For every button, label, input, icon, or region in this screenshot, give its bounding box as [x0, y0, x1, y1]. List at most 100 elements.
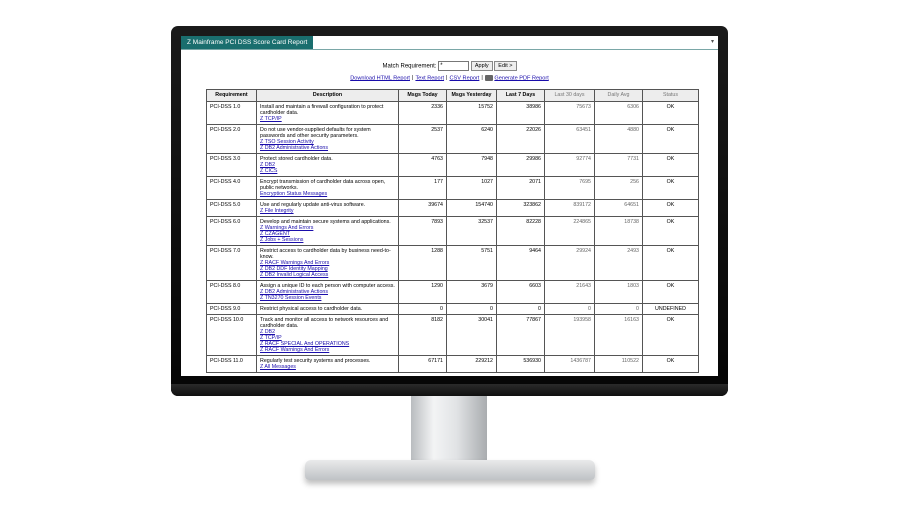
- daily-avg-cell: 6306: [594, 101, 643, 125]
- last-30-days-cell: 75673: [544, 101, 595, 125]
- msgs-today-cell: 67171: [398, 355, 447, 373]
- daily-avg-cell: 256: [594, 176, 643, 200]
- msgs-today-cell: 1290: [398, 280, 447, 304]
- msgs-today-cell: 8182: [398, 314, 447, 356]
- column-header-status[interactable]: Status: [642, 89, 699, 102]
- msgs-today-cell: 7893: [398, 216, 447, 246]
- last-7-days-cell: 6603: [496, 280, 545, 304]
- last-30-days-cell: 29924: [544, 245, 595, 281]
- msgs-yesterday-cell: 154740: [446, 199, 497, 217]
- status-cell: UNDEFINED: [642, 303, 699, 315]
- requirement-cell: PCI-DSS 8.0: [206, 280, 257, 304]
- column-header-last-7-days[interactable]: Last 7 Days: [496, 89, 545, 102]
- column-header-last-30-days[interactable]: Last 30 days: [544, 89, 595, 102]
- description-link[interactable]: Encryption Status Messages: [260, 191, 395, 197]
- column-header-msgs-yesterday[interactable]: Msgs Yesterday: [446, 89, 497, 102]
- csv-report-link[interactable]: CSV Report: [450, 75, 480, 81]
- description-text: Do not use vendor-supplied defaults for …: [260, 127, 371, 139]
- msgs-today-cell: 4763: [398, 153, 447, 177]
- column-header-msgs-today[interactable]: Msgs Today: [398, 89, 447, 102]
- msgs-yesterday-cell: 6240: [446, 124, 497, 154]
- last-7-days-cell: 29986: [496, 153, 545, 177]
- requirement-cell: PCI-DSS 10.0: [206, 314, 257, 356]
- description-link[interactable]: Z All Messages: [260, 364, 395, 370]
- msgs-yesterday-cell: 229212: [446, 355, 497, 373]
- daily-avg-cell: 7731: [594, 153, 643, 177]
- msgs-yesterday-cell: 3679: [446, 280, 497, 304]
- daily-avg-cell: 1803: [594, 280, 643, 304]
- score-card-table: Requirement Description Msgs Today Msgs …: [206, 89, 699, 373]
- edit-button[interactable]: Edit >: [494, 61, 517, 71]
- table-row: PCI-DSS 7.0 Restrict access to cardholder…: [206, 245, 699, 281]
- description-cell: Restrict access to cardholder data by bu…: [256, 245, 399, 281]
- last-7-days-cell: 536930: [496, 355, 545, 373]
- description-link[interactable]: Z CICS: [260, 168, 395, 174]
- description-cell: Assign a unique ID to each person with c…: [256, 280, 399, 304]
- msgs-today-cell: 39674: [398, 199, 447, 217]
- last-30-days-cell: 63451: [544, 124, 595, 154]
- description-link[interactable]: Z Jobs + Sessions: [260, 237, 395, 243]
- description-link[interactable]: Z TCP/IP: [260, 116, 395, 122]
- status-cell: OK: [642, 216, 699, 246]
- link-separator: |: [411, 75, 414, 82]
- link-separator: |: [446, 75, 448, 82]
- description-link[interactable]: Z DB2 Administrative Actions: [260, 145, 395, 151]
- requirement-cell: PCI-DSS 7.0: [206, 245, 257, 281]
- column-header-daily-avg[interactable]: Daily Avg: [594, 89, 643, 102]
- msgs-yesterday-cell: 7948: [446, 153, 497, 177]
- match-requirement-label: Match Requirement:: [382, 63, 437, 70]
- table-row: PCI-DSS 2.0 Do not use vendor-supplied de…: [206, 124, 699, 154]
- requirement-cell: PCI-DSS 3.0: [206, 153, 257, 177]
- msgs-yesterday-cell: 32537: [446, 216, 497, 246]
- match-requirement-input[interactable]: *: [438, 61, 470, 71]
- description-text: Install and maintain a firewall configur…: [260, 104, 384, 116]
- requirement-cell: PCI-DSS 6.0: [206, 216, 257, 246]
- status-cell: OK: [642, 355, 699, 373]
- description-text: Encrypt transmission of cardholder data …: [260, 179, 386, 191]
- description-link[interactable]: Z File Integrity: [260, 208, 395, 214]
- msgs-yesterday-cell: 0: [446, 303, 497, 315]
- requirement-cell: PCI-DSS 2.0: [206, 124, 257, 154]
- requirement-cell: PCI-DSS 4.0: [206, 176, 257, 200]
- last-7-days-cell: 77867: [496, 314, 545, 356]
- printer-icon[interactable]: [484, 75, 493, 81]
- table-row: PCI-DSS 9.0 Restrict physical access to c…: [206, 303, 699, 315]
- scroll-down-icon[interactable]: ▾: [708, 37, 717, 47]
- column-header-description[interactable]: Description: [256, 89, 399, 102]
- monitor-stand-neck: [411, 396, 487, 464]
- apply-button[interactable]: Apply: [470, 61, 493, 71]
- description-cell: Track and monitor all access to network …: [256, 314, 399, 356]
- description-link[interactable]: Z DB2 Invalid Logical Access: [260, 272, 395, 278]
- last-30-days-cell: 839172: [544, 199, 595, 217]
- last-7-days-cell: 2071: [496, 176, 545, 200]
- description-cell: Regularly test security systems and proc…: [256, 355, 399, 373]
- table-row: PCI-DSS 3.0 Protect stored cardholder dat…: [206, 153, 699, 177]
- requirement-cell: PCI-DSS 9.0: [206, 303, 257, 315]
- last-30-days-cell: 224865: [544, 216, 595, 246]
- table-row: PCI-DSS 8.0 Assign a unique ID to each pe…: [206, 280, 699, 304]
- requirement-cell: PCI-DSS 5.0: [206, 199, 257, 217]
- monitor-chin: [171, 384, 728, 396]
- description-cell: Use and regularly update anti-virus soft…: [256, 199, 399, 217]
- generate-pdf-report-link[interactable]: Generate PDF Report: [494, 75, 548, 81]
- requirement-cell: PCI-DSS 11.0: [206, 355, 257, 373]
- report-links: Download HTML Report | Text Report | CSV Rep…: [181, 75, 718, 81]
- download-html-report-link[interactable]: Download HTML Report: [350, 75, 410, 81]
- text-report-link[interactable]: Text Report: [415, 75, 444, 81]
- description-link[interactable]: Z TN3270 Session Events: [260, 295, 395, 301]
- description-cell: Develop and maintain secure systems and …: [256, 216, 399, 246]
- description-link[interactable]: Z RACF Warnings And Errors: [260, 347, 395, 353]
- column-header-requirement[interactable]: Requirement: [206, 89, 257, 102]
- msgs-yesterday-cell: 1027: [446, 176, 497, 200]
- daily-avg-cell: 110522: [594, 355, 643, 373]
- last-7-days-cell: 82228: [496, 216, 545, 246]
- monitor-stand-base: [305, 460, 595, 480]
- table-row: PCI-DSS 1.0 Install and maintain a firewa…: [206, 101, 699, 125]
- table-row: PCI-DSS 11.0 Regularly test security syst…: [206, 355, 699, 373]
- last-7-days-cell: 0: [496, 303, 545, 315]
- status-cell: OK: [642, 314, 699, 356]
- title-bar: Z Mainframe PCI DSS Score Card Report ▾: [181, 36, 718, 50]
- last-7-days-cell: 22026: [496, 124, 545, 154]
- last-30-days-cell: 21643: [544, 280, 595, 304]
- status-cell: OK: [642, 124, 699, 154]
